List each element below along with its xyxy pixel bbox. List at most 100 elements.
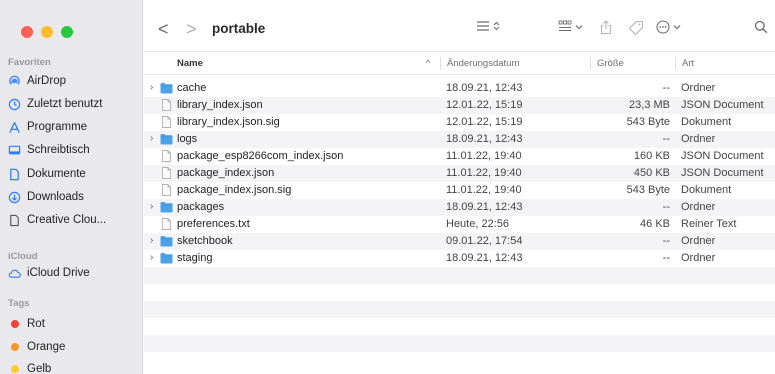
file-kind: Ordner [681, 201, 716, 213]
file-row[interactable]: › staging 18.09.21, 12:43 -- Ordner [144, 250, 775, 267]
file-name: library_index.json.sig [177, 116, 280, 128]
sort-chevron-icon[interactable]: ^ [426, 58, 430, 68]
list-view-button[interactable] [476, 20, 500, 32]
file-icon [160, 116, 173, 128]
search-button[interactable] [754, 20, 768, 34]
window-title: portable [212, 21, 266, 36]
file-row[interactable]: package_index.json 11.01.22, 19:40 450 KB J… [144, 165, 775, 182]
file-kind: Ordner [681, 235, 716, 247]
empty-row [144, 335, 775, 352]
file-row[interactable]: library_index.json 12.01.22, 15:19 23,3 MB… [144, 97, 775, 114]
file-row[interactable]: package_index.json.sig 11.01.22, 19:40 543… [144, 182, 775, 199]
group-button[interactable] [558, 20, 583, 33]
column-date-header[interactable]: Änderungsdatum [447, 58, 519, 69]
sidebar-tag-yellow[interactable]: Gelb [8, 359, 51, 374]
file-size: -- [662, 235, 670, 247]
tag-color-dot [11, 365, 19, 373]
disclosure-chevron-icon[interactable]: › [150, 235, 153, 246]
sidebar-item-label: Programme [27, 121, 88, 133]
file-kind: Ordner [681, 82, 716, 94]
sidebar-item-label: Zuletzt benutzt [27, 98, 103, 110]
tag-color-dot [11, 320, 19, 328]
disclosure-chevron-icon[interactable]: › [150, 82, 153, 93]
sidebar-tag-orange[interactable]: Orange [8, 337, 65, 357]
column-divider[interactable] [675, 57, 676, 70]
file-size: 160 KB [633, 150, 670, 162]
file-date: Heute, 22:56 [446, 218, 509, 230]
file-name: package_index.json.sig [177, 184, 292, 196]
file-size: -- [662, 201, 670, 213]
apps-icon [8, 121, 21, 134]
sidebar-section-favorites: Favoriten [8, 57, 51, 68]
airdrop-icon [8, 75, 21, 88]
maximize-button[interactable] [61, 26, 73, 38]
sidebar-item-airdrop[interactable]: AirDrop [8, 71, 66, 91]
file-name: package_index.json [177, 167, 275, 179]
file-kind: Ordner [681, 133, 716, 145]
file-date: 12.01.22, 15:19 [446, 99, 523, 111]
sidebar-item-label: Downloads [27, 191, 84, 203]
file-row[interactable]: › sketchbook 09.01.22, 17:54 -- Ordner [144, 233, 775, 250]
sidebar-section-icloud: iCloud [8, 251, 38, 262]
grid-icon [558, 20, 572, 31]
finder-window: Favoriten AirDrop Zuletzt benutzt Progra… [0, 0, 775, 374]
sidebar-section-tags: Tags [8, 298, 30, 309]
file-row[interactable]: › logs 18.09.21, 12:43 -- Ordner [144, 131, 775, 148]
file-name: logs [177, 133, 198, 145]
sidebar-item-label: iCloud Drive [27, 267, 90, 279]
file-row[interactable]: library_index.json.sig 12.01.22, 15:19 543… [144, 114, 775, 131]
empty-row [144, 267, 775, 284]
file-row[interactable]: › packages 18.09.21, 12:43 -- Ordner [144, 199, 775, 216]
sidebar-item-icloud-drive[interactable]: iCloud Drive [8, 263, 90, 283]
tag-color-dot [11, 343, 19, 351]
file-row[interactable]: › cache 18.09.21, 12:43 -- Ordner [144, 80, 775, 97]
file-date: 11.01.22, 19:40 [446, 184, 522, 196]
disclosure-chevron-icon[interactable]: › [150, 201, 153, 212]
column-divider[interactable] [590, 57, 591, 70]
sidebar-item-downloads[interactable]: Downloads [8, 187, 84, 207]
minimize-button[interactable] [41, 26, 53, 38]
sidebar-item-documents[interactable]: Dokumente [8, 164, 86, 184]
file-kind: Dokument [681, 116, 732, 128]
column-header: Name ^ Änderungsdatum Größe Art [144, 53, 775, 75]
sidebar-item-applications[interactable]: Programme [8, 117, 87, 137]
sidebar-item-label: Creative Clou... [27, 214, 107, 226]
file-row[interactable]: package_esp8266com_index.json 11.01.22, 1… [144, 148, 775, 165]
chevron-down-icon [575, 24, 583, 29]
column-size-header[interactable]: Größe [597, 58, 624, 69]
disclosure-chevron-icon[interactable]: › [150, 133, 153, 144]
file-icon [160, 150, 173, 162]
tag-button[interactable] [628, 20, 644, 36]
sidebar-tag-red[interactable]: Rot [8, 314, 45, 334]
share-button[interactable] [600, 20, 612, 35]
search-icon [754, 20, 768, 34]
column-kind-header[interactable]: Art [682, 58, 694, 69]
sidebar-item-desktop[interactable]: Schreibtisch [8, 140, 90, 160]
close-button[interactable] [21, 26, 33, 38]
chevron-down-icon [673, 25, 681, 30]
sidebar-item-creative-cloud[interactable]: Creative Clou... [8, 210, 106, 230]
sidebar-item-recents[interactable]: Zuletzt benutzt [8, 94, 102, 114]
sidebar-item-label: Dokumente [27, 168, 86, 180]
more-actions-button[interactable] [656, 20, 681, 34]
back-button[interactable]: < [158, 20, 169, 38]
file-icon [160, 184, 173, 196]
column-divider[interactable] [440, 57, 441, 70]
empty-row [144, 301, 775, 318]
file-name: staging [177, 252, 213, 264]
file-date: 09.01.22, 17:54 [446, 235, 523, 247]
desktop-icon [8, 144, 21, 157]
file-row[interactable]: preferences.txt Heute, 22:56 46 KB Reiner T… [144, 216, 775, 233]
document-icon [8, 168, 21, 181]
file-name: package_esp8266com_index.json [177, 150, 344, 162]
file-name: library_index.json [177, 99, 263, 111]
ellipsis-circle-icon [656, 20, 670, 34]
forward-button[interactable]: > [186, 20, 197, 38]
disclosure-chevron-icon[interactable]: › [150, 252, 153, 263]
file-kind: Dokument [681, 184, 732, 196]
toolbar: < > portable [144, 0, 775, 52]
file-date: 18.09.21, 12:43 [446, 201, 523, 213]
file-date: 11.01.22, 19:40 [446, 150, 522, 162]
column-name-header[interactable]: Name [177, 58, 203, 69]
sidebar-item-label: AirDrop [27, 75, 66, 87]
